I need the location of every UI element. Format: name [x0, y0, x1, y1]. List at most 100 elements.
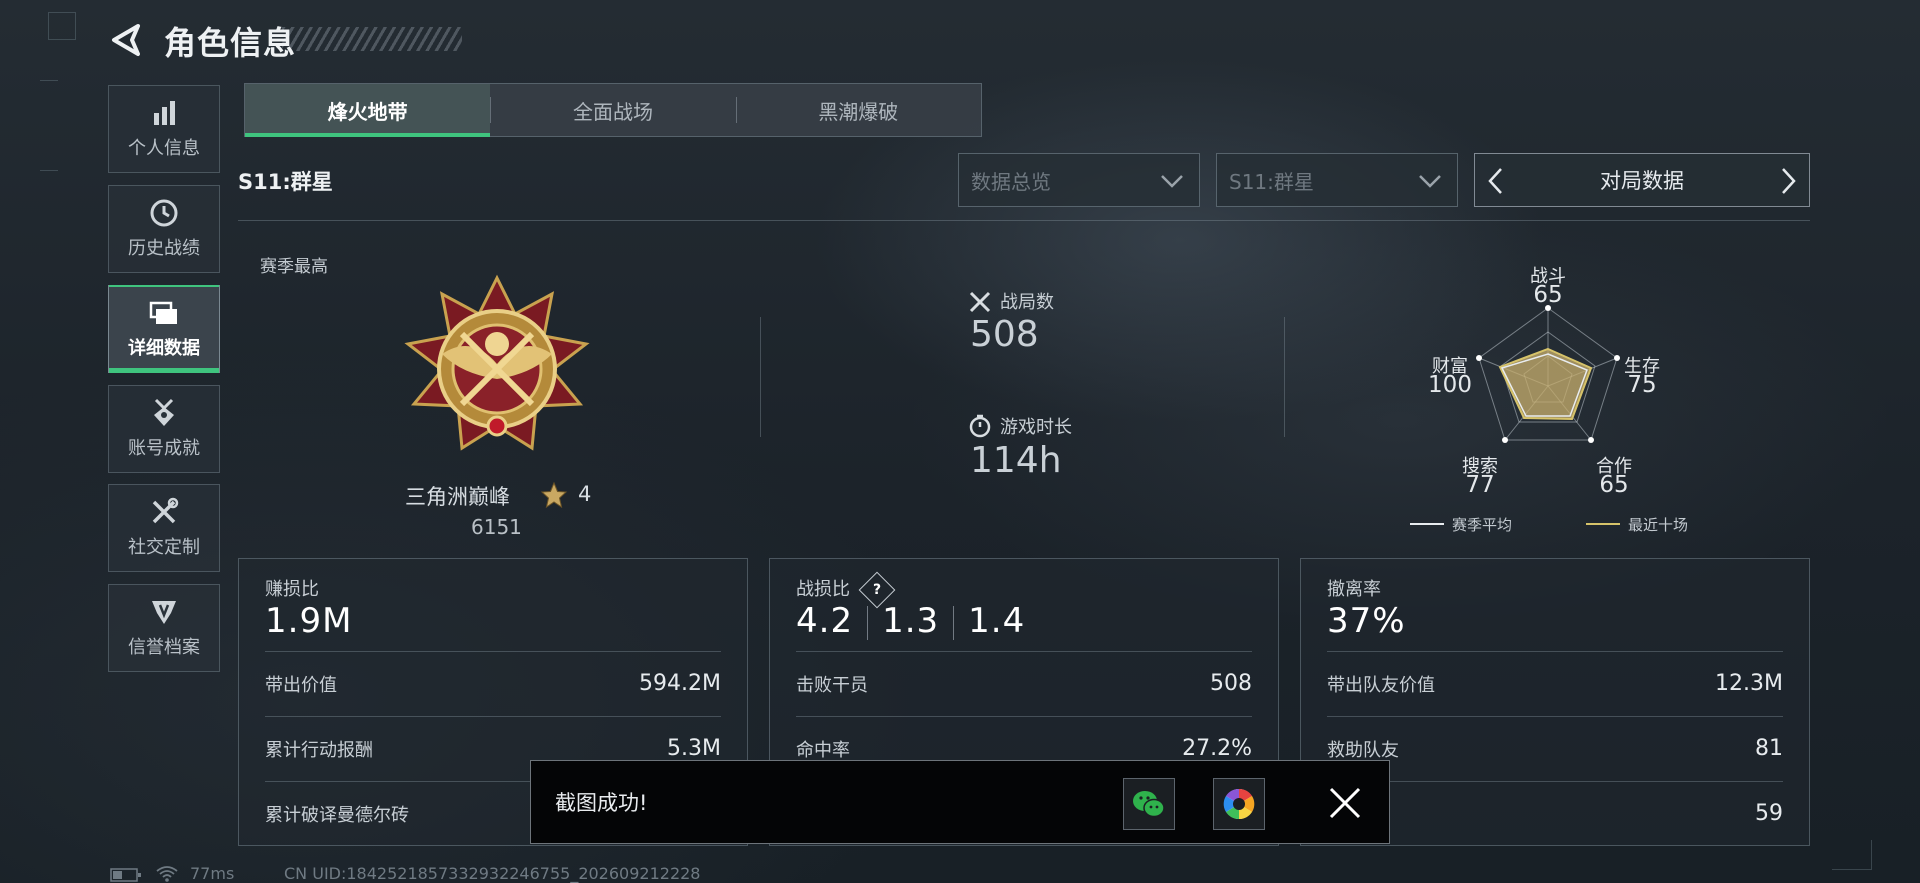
clock-icon	[149, 198, 179, 228]
pager-label: 对局数据	[1600, 169, 1684, 193]
legend-average-swatch	[1410, 523, 1444, 525]
sidebar-item-social[interactable]: 社交定制	[108, 484, 220, 572]
stat-row-label: 击败干员	[796, 674, 868, 696]
star-icon	[540, 481, 568, 509]
divider	[1284, 317, 1285, 437]
kd-value: 1.3	[882, 601, 940, 641]
chevron-left-icon[interactable]	[1485, 166, 1507, 196]
tab-full-battlefield[interactable]: 全面战场	[490, 84, 735, 136]
radar-value-combat: 65	[1533, 282, 1563, 308]
season-select[interactable]: S11:群星	[1216, 153, 1458, 207]
sidebar-item-label: 详细数据	[128, 338, 200, 359]
sidebar-item-label: 信誉档案	[128, 637, 200, 658]
medal-icon	[149, 398, 179, 428]
wifi-icon	[156, 866, 178, 882]
moments-share-button[interactable]	[1213, 778, 1265, 830]
sidebar-item-label: 社交定制	[128, 537, 200, 558]
matches-value: 508	[970, 314, 1039, 355]
kd-ratio-label: 战损比 ?	[796, 571, 896, 609]
sidebar-item-label: 历史战绩	[128, 238, 200, 259]
stat-row-value: 27.2%	[1182, 736, 1252, 761]
tab-black-tide[interactable]: 黑潮爆破	[735, 84, 981, 136]
sidebar-item-label: 账号成就	[128, 438, 200, 459]
battery-icon	[110, 868, 141, 882]
toast-message: 截图成功!	[555, 791, 648, 815]
crossed-swords-icon	[969, 291, 991, 313]
divider	[238, 220, 1810, 221]
frame-tick	[40, 80, 58, 81]
kd-ratio-title: 战损比	[796, 579, 850, 600]
match-data-pager: 对局数据	[1474, 153, 1810, 207]
divider	[760, 317, 761, 437]
stat-row-label: 带出价值	[265, 674, 337, 696]
extraction-rate-value: 37%	[1327, 601, 1406, 641]
stat-row-value: 59	[1755, 801, 1783, 826]
uid-text: CN UID:1842521857332932246755_2026092122…	[284, 864, 701, 883]
stat-row-value: 81	[1755, 736, 1783, 761]
stopwatch-icon	[969, 414, 991, 438]
stat-row-label: 命中率	[796, 739, 850, 761]
radar-value-wealth: 100	[1428, 372, 1472, 398]
stat-row-label: 累计破译曼德尔砖	[265, 804, 409, 826]
matches-label: 战局数	[1000, 292, 1054, 313]
select-value: 数据总览	[971, 169, 1051, 194]
kd-ratio-values: 4.2 1.3 1.4	[796, 601, 1025, 641]
stat-row: 带出队友价值 12.3M	[1327, 651, 1783, 715]
stat-row: 友 59	[1327, 781, 1783, 845]
stat-row-value: 5.3M	[667, 736, 721, 761]
season-best-label: 赛季最高	[260, 257, 328, 277]
wechat-share-button[interactable]	[1123, 778, 1175, 830]
stat-row: 救助队友 81	[1327, 716, 1783, 780]
folders-icon	[149, 298, 179, 328]
stat-row-label: 带出队友价值	[1327, 674, 1435, 696]
legend-recent-label: 最近十场	[1628, 516, 1689, 534]
sidebar-item-label: 个人信息	[128, 138, 200, 159]
frame-corner-mark	[1832, 840, 1872, 870]
profit-ratio-label: 赚损比	[265, 579, 319, 600]
data-overview-select[interactable]: 数据总览	[958, 153, 1200, 207]
stat-row: 带出价值 594.2M	[265, 651, 721, 715]
radar-value-search: 77	[1465, 472, 1495, 498]
playtime-value: 114h	[970, 440, 1062, 481]
rank-score: 6151	[471, 515, 522, 539]
stat-row-label: 救助队友	[1327, 739, 1399, 761]
sidebar-item-history[interactable]: 历史战绩	[108, 185, 220, 273]
radar-value-cooperation: 65	[1599, 472, 1629, 498]
sidebar-item-achievements[interactable]: 账号成就	[108, 385, 220, 473]
title-decoration	[282, 27, 462, 51]
frame-corner-mark	[48, 12, 76, 40]
playtime-label: 游戏时长	[1000, 417, 1072, 438]
tab-fire-zone[interactable]: 烽火地带	[245, 84, 491, 137]
back-arrow-icon[interactable]	[108, 22, 144, 58]
shield-icon	[149, 597, 179, 627]
mode-tabs: 烽火地带 全面战场 黑潮爆破	[244, 83, 982, 137]
radar-value-survival: 75	[1627, 372, 1657, 398]
rank-emblem-icon	[404, 274, 590, 451]
legend-recent-swatch	[1586, 523, 1620, 525]
sidebar-item-personal-info[interactable]: 个人信息	[108, 85, 220, 173]
frame-tick	[40, 170, 58, 171]
legend-average-label: 赛季平均	[1452, 516, 1513, 534]
chevron-down-icon	[1161, 175, 1183, 188]
stat-row: 击败干员 508	[796, 651, 1252, 715]
chevron-down-icon	[1419, 175, 1441, 188]
sidebar-item-reputation[interactable]: 信誉档案	[108, 584, 220, 672]
bar-chart-icon	[149, 98, 179, 128]
stat-row-value: 508	[1210, 671, 1252, 696]
radar-chart	[1476, 305, 1620, 443]
extraction-rate-label: 撤离率	[1327, 579, 1381, 600]
chevron-right-icon[interactable]	[1777, 166, 1799, 196]
stat-row-value: 12.3M	[1715, 671, 1783, 696]
rank-star-count: 4	[578, 482, 592, 506]
page-title: 角色信息	[164, 24, 297, 62]
moments-icon	[1223, 788, 1255, 820]
season-title: S11:群星	[238, 170, 333, 194]
tools-icon	[149, 497, 179, 527]
screenshot-toast: 截图成功!	[530, 760, 1390, 844]
stat-row-value: 594.2M	[639, 671, 721, 696]
close-icon[interactable]	[1327, 785, 1363, 821]
kd-value: 1.4	[968, 601, 1026, 641]
ping-text: 77ms	[190, 864, 235, 883]
kd-value: 4.2	[796, 601, 854, 641]
sidebar-item-detailed-data[interactable]: 详细数据	[108, 285, 220, 373]
